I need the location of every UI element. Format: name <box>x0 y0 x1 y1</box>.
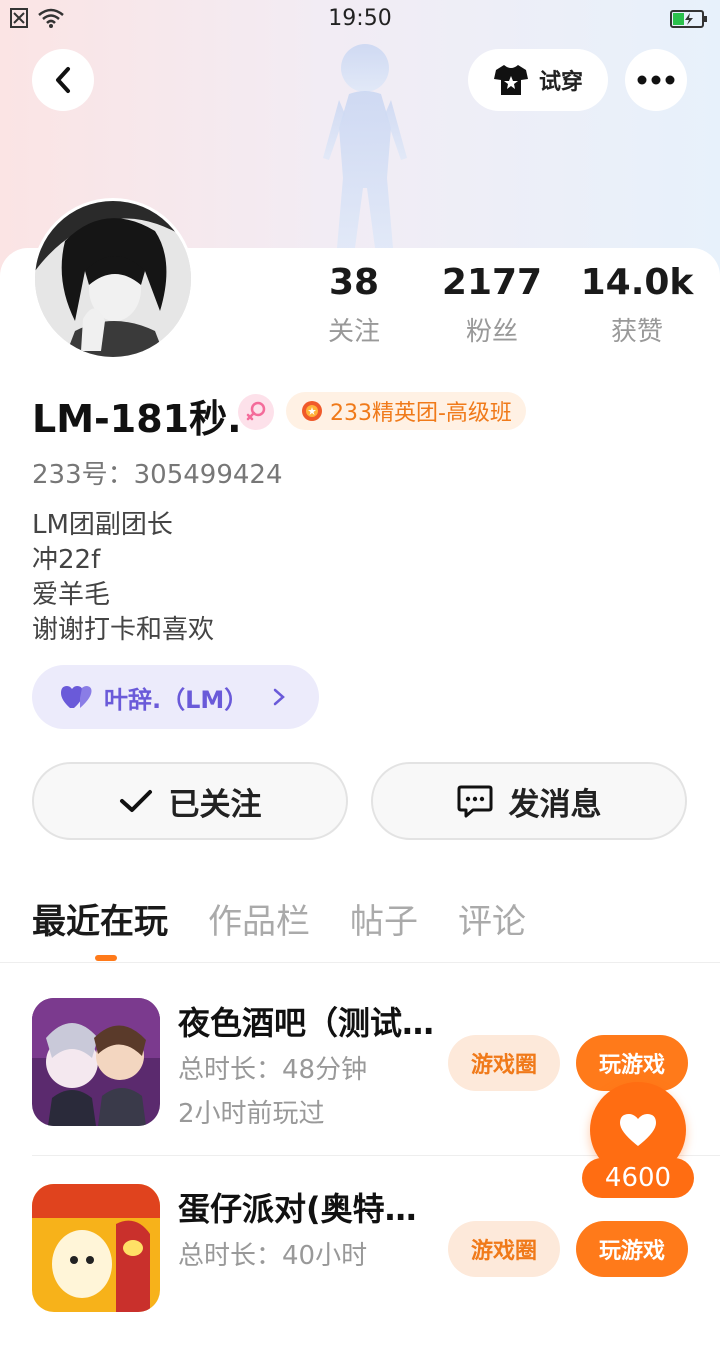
bio-line: 谢谢打卡和喜欢 <box>32 615 215 645</box>
game-icon-night-bar[interactable] <box>32 998 160 1126</box>
game-duration: 总时长：40小时 <box>178 1241 368 1271</box>
stat-likes[interactable]: 14.0k 获赞 <box>577 262 697 348</box>
chevron-right-icon <box>274 688 286 706</box>
double-heart-icon <box>61 686 92 708</box>
game-circle-button[interactable]: 游戏圈 <box>448 1221 560 1277</box>
followed-label: 已关注 <box>168 786 262 823</box>
female-gender-icon <box>238 394 274 430</box>
medal-icon <box>302 401 322 421</box>
try-on-button[interactable]: 试穿 <box>468 49 608 111</box>
tab-works[interactable]: 作品栏 <box>208 894 310 943</box>
message-bubble-icon <box>457 785 492 818</box>
user-id[interactable]: 233号：305499424 <box>32 454 283 491</box>
elite-group-badge-label: 233精英团-高级班 <box>330 401 512 426</box>
profile-tabs: 最近在玩 作品栏 帖子 评论 <box>32 894 526 943</box>
stat-likes-label: 获赞 <box>610 317 663 347</box>
linked-user-label: 叶辞.（LM） <box>104 685 249 714</box>
bio-line: LM团副团长 <box>32 510 173 540</box>
avatar-image <box>35 201 191 357</box>
status-time: 19:50 <box>328 6 392 31</box>
bio-line: 冲22f <box>32 545 101 575</box>
linked-user-chip[interactable]: 叶辞.（LM） <box>32 665 319 729</box>
stat-likes-value: 14.0k <box>580 262 694 303</box>
game-meta: 总时长：40小时 <box>178 1234 367 1278</box>
game-duration: 总时长：48分钟 <box>178 1055 368 1085</box>
tabs-divider <box>0 962 720 963</box>
stat-following-label: 关注 <box>327 317 380 347</box>
play-game-button[interactable]: 玩游戏 <box>576 1221 688 1277</box>
stat-fans-value: 2177 <box>441 262 543 303</box>
game-row[interactable]: 蛋仔派对(奥特曼联动) 总时长：40小时 游戏圈 玩游戏 <box>0 1184 720 1354</box>
tab-comments[interactable]: 评论 <box>458 894 526 943</box>
send-message-button[interactable]: 发消息 <box>371 762 687 840</box>
tab-indicator <box>95 955 117 961</box>
profile-name: LM-181秒. <box>32 397 242 441</box>
avatar[interactable] <box>32 198 194 360</box>
game-meta: 总时长：48分钟 2小时前玩过 <box>178 1048 367 1136</box>
bio: LM团副团长 冲22f 爱羊毛 谢谢打卡和喜欢 <box>32 508 214 648</box>
status-bar: 19:50 <box>0 0 720 40</box>
more-dots-icon <box>637 75 675 85</box>
elite-group-badge[interactable]: 233精英团-高级班 <box>286 392 526 430</box>
tshirt-icon <box>493 65 528 95</box>
send-message-label: 发消息 <box>508 786 602 823</box>
battery-icon <box>670 9 708 35</box>
stat-fans-label: 粉丝 <box>465 317 518 347</box>
stat-following[interactable]: 38 关注 <box>294 262 414 348</box>
game-title: 蛋仔派对(奥特曼联动) <box>178 1190 438 1228</box>
game-last-played: 2小时前玩过 <box>178 1099 325 1129</box>
tab-recently-played[interactable]: 最近在玩 <box>32 894 168 943</box>
game-icon-eggy-party[interactable] <box>32 1184 160 1312</box>
heart-icon <box>620 1114 656 1146</box>
stat-following-value: 38 <box>328 262 380 303</box>
tab-posts[interactable]: 帖子 <box>350 894 418 943</box>
try-on-label: 试穿 <box>538 70 583 95</box>
back-arrow-icon <box>56 67 70 93</box>
back-button[interactable] <box>32 49 94 111</box>
stat-fans[interactable]: 2177 粉丝 <box>432 262 552 348</box>
like-count: 4600 <box>582 1158 694 1198</box>
game-title: 夜色酒吧（测试服） <box>178 1004 438 1042</box>
followed-button[interactable]: 已关注 <box>32 762 348 840</box>
more-button[interactable] <box>625 49 687 111</box>
bio-line: 爱羊毛 <box>32 580 111 610</box>
check-icon <box>119 790 152 812</box>
avatar-3d-figure <box>323 44 407 248</box>
game-circle-button[interactable]: 游戏圈 <box>448 1035 560 1091</box>
